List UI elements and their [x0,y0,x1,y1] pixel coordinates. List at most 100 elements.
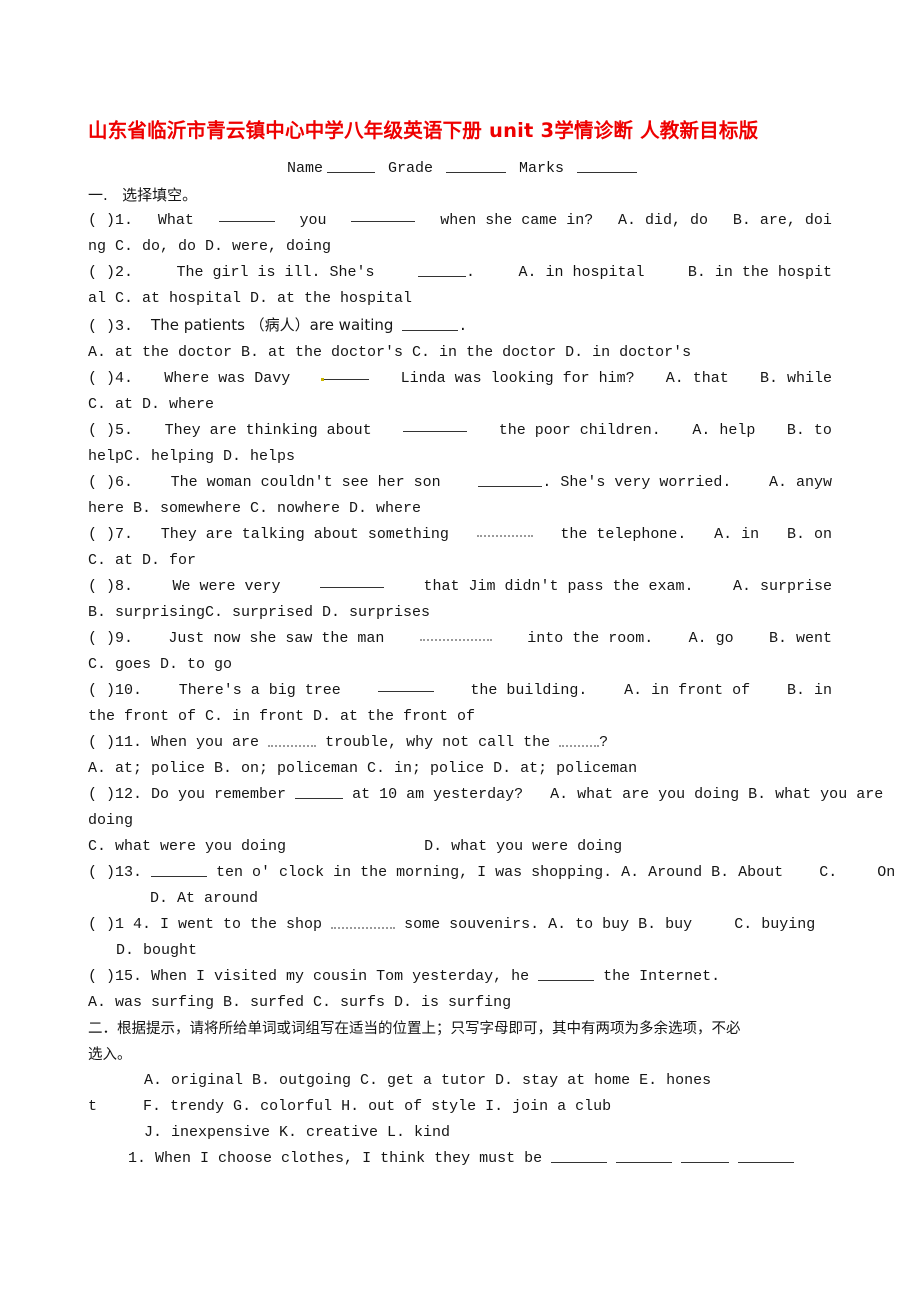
question-6: ( )6. The woman couldn't see her son . S… [88,470,832,496]
q7-blank-1[interactable] [476,522,533,537]
q14-option-c[interactable]: C. buying [734,916,815,933]
q5-option-b[interactable]: B. to [787,418,832,444]
question-4: ( )4. Where was Davy Linda was looking f… [88,366,832,392]
item-1-blank-3[interactable] [681,1149,730,1163]
q13-marker: ( )13. [88,864,143,881]
word-bank-line-2-text: F. trendy G. colorful H. out of style I.… [143,1098,612,1115]
q14-stem-a: I went to the shop [160,916,323,933]
section-two-heading-line-2: 选入。 [88,1047,132,1063]
word-bank-line-1: A. original B. outgoing C. get a tutor D… [144,1072,712,1089]
item-1-text: When I choose clothes, I think they must… [155,1150,543,1167]
question-8: ( )8. We were very that Jim didn't pass … [88,574,832,600]
q3-marker: ( )3. [88,318,134,335]
q9-option-b[interactable]: B. went [769,626,832,652]
q10-option-b[interactable]: B. in [787,678,832,704]
q8-blank-1[interactable] [319,574,384,588]
q11-stem-b: trouble, why not call the [325,734,551,751]
q8-option-a[interactable]: A. surprise [733,574,832,600]
q9-option-a[interactable]: A. go [689,626,734,652]
q12-option-ab[interactable]: A. what are you doing B. what you are [550,786,883,803]
question-15-options[interactable]: A. was surfing B. surfed C. surfs D. is … [88,990,832,1016]
q13-option-a[interactable]: A. Around [621,864,702,881]
item-1-blank-2[interactable] [616,1149,673,1163]
q12-stem-b: at 10 am yesterday? [352,786,524,803]
q5-option-a[interactable]: A. help [692,418,755,444]
question-7-cont: C. at D. for [88,552,197,569]
q12-blank-1[interactable] [295,785,344,799]
question-1: ( )1. What you when she came in? A. did,… [88,208,832,234]
q11-blank-2[interactable] [559,732,600,747]
marks-blank[interactable] [577,159,638,173]
q5-stem-a: They are thinking about [164,422,372,439]
q13-option-c-value[interactable]: On [877,864,895,881]
q6-blank-1[interactable] [478,473,543,487]
q11-blank-1[interactable] [268,732,317,747]
q9-stem-b: into the room. [527,630,654,647]
name-blank[interactable] [326,159,375,173]
q5-marker: ( )5. [88,422,134,439]
q7-marker: ( )7. [88,526,134,543]
q13-blank-1[interactable] [151,863,208,877]
question-7: ( )7. They are talking about something t… [88,522,832,548]
q10-stem-a: There's a big tree [178,682,341,699]
q1-option-a[interactable]: A. did, do [618,208,708,234]
q13-option-b[interactable]: B. About [711,864,783,881]
q4-blank-1[interactable] [321,366,370,381]
question-13-cont: D. At around [150,890,259,907]
q3-blank-1[interactable] [402,317,459,331]
question-11-options[interactable]: A. at; police B. on; policeman C. in; po… [88,756,832,782]
q7-option-a[interactable]: A. in [714,522,759,548]
q12-option-c[interactable]: C. what were you doing [88,838,286,855]
q14-option-a[interactable]: A. to buy [548,916,629,933]
section-one-heading: 一. 选择填空。 [88,182,832,208]
section-one-number: 一. [88,186,108,204]
section-one-title: 选择填空。 [122,186,198,204]
q12-marker: ( )12. [88,786,143,803]
q2-blank-1[interactable] [417,263,466,277]
q3-options-line[interactable]: A. at the doctor B. at the doctor's C. i… [88,344,691,361]
q1-blank-1[interactable] [218,208,275,222]
q6-marker: ( )6. [88,474,134,491]
q7-stem-b: the telephone. [560,526,687,543]
page-title: 山东省临沂市青云镇中心中学八年级英语下册 unit 3学情诊断 人教新目标版 [88,119,759,142]
q9-stem-a: Just now she saw the man [168,630,385,647]
q10-option-a[interactable]: A. in front of [624,678,750,704]
q2-marker: ( )2. [88,264,134,281]
q2-option-a[interactable]: A. in hospital [518,260,644,286]
q4-stem-a: Where was Davy [164,370,291,387]
q6-stem-a: The woman couldn't see her son [170,474,441,491]
q10-blank-1[interactable] [377,678,434,692]
item-1-blank-1[interactable] [551,1149,608,1163]
q14-blank-1[interactable] [331,914,396,929]
q4-option-b[interactable]: B. while [760,366,832,392]
q13-option-c[interactable]: C. [819,864,837,881]
q15-marker: ( )15. [88,968,143,985]
question-6-cont: here B. somewhere C. nowhere D. where [88,500,422,517]
q12-option-d[interactable]: D. what you were doing [424,838,622,855]
q5-blank-1[interactable] [403,418,468,432]
q14-option-b[interactable]: B. buy [638,916,692,933]
q7-option-b[interactable]: B. on [787,522,832,548]
question-12-cont: doing [88,812,134,829]
q1-blank-2[interactable] [351,208,416,222]
grade-blank[interactable] [446,159,506,173]
q6-option-a[interactable]: A. anyw [769,470,832,496]
question-15: ( )15. When I visited my cousin Tom yest… [88,964,832,990]
q11-stem-a: When you are [151,734,260,751]
q14-stem-b: some souvenirs. [404,916,540,933]
q4-option-a[interactable]: A. that [666,366,729,392]
question-8-cont: B. surprisingC. surprised D. surprises [88,604,431,621]
q15-blank-1[interactable] [538,967,595,981]
q2-tail: . [465,264,475,281]
question-4-cont: C. at D. where [88,396,215,413]
q2-option-b[interactable]: B. in the hospit [688,260,832,286]
word-bank-line-2-lead: t [88,1098,98,1115]
q1-option-b[interactable]: B. are, doi [733,208,832,234]
q11-marker: ( )11. [88,734,143,751]
section-two-heading-line-1: 二．根据提示，请将所给单词或词组写在适当的位置上；只写字母即可，其中有两项为多余… [88,1021,741,1037]
item-1-blank-4[interactable] [738,1149,795,1163]
question-5-cont: helpC. helping D. helps [88,448,296,465]
question-3: ( )3. The patients （病人）are waiting . [88,312,832,340]
question-5: ( )5. They are thinking about the poor c… [88,418,832,444]
q9-blank-1[interactable] [419,626,492,641]
